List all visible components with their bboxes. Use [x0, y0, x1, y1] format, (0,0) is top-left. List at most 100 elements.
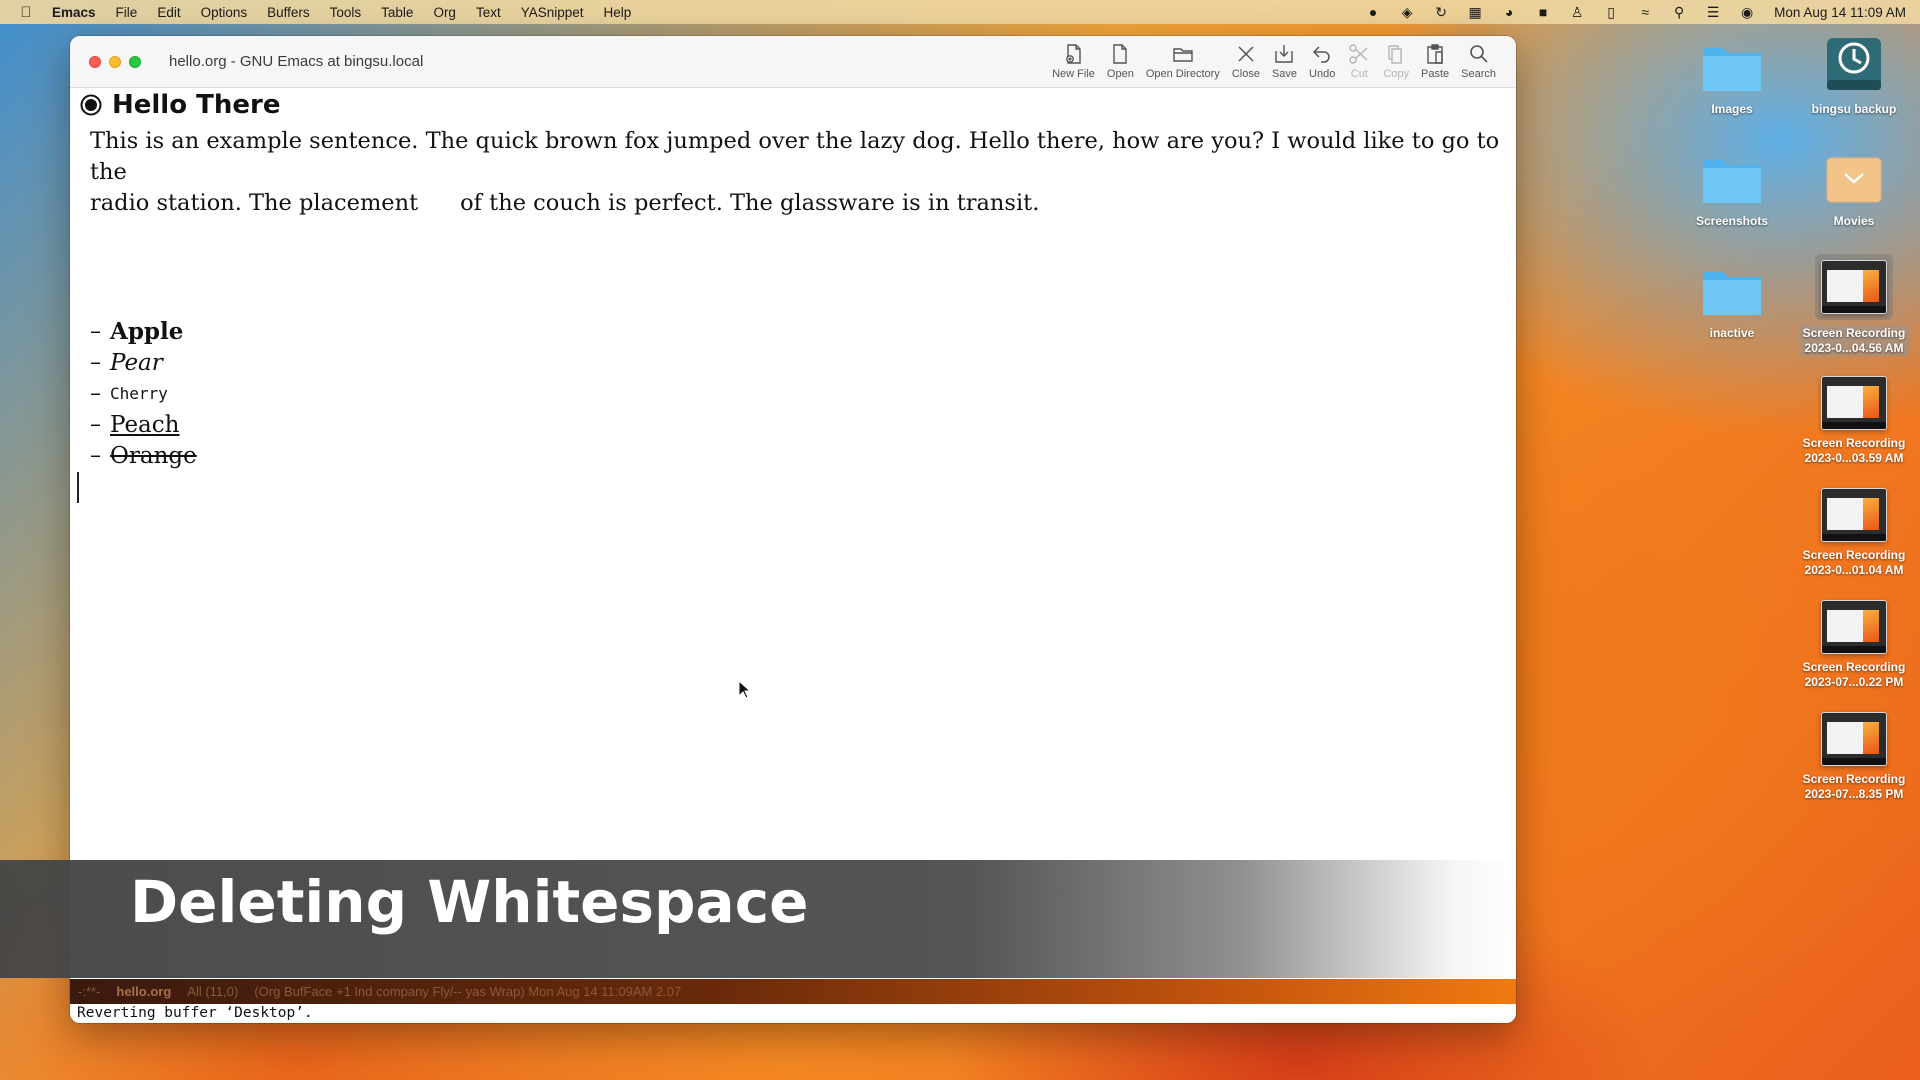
paste-button[interactable]: Paste: [1415, 42, 1455, 80]
label-line-2: 2023-0...04.56 AM: [1804, 341, 1904, 355]
mode-line[interactable]: -:**- hello.org All (11,0) (Org BufFace …: [70, 979, 1516, 1004]
copy-label: Copy: [1383, 68, 1409, 80]
title-bar[interactable]: hello.org - GNU Emacs at bingsu.local Ne…: [70, 36, 1516, 88]
desktop-icon-label: Screen Recording 2023-07...0.22 PM: [1803, 660, 1906, 690]
layers-icon[interactable]: ◈: [1390, 4, 1424, 21]
org-heading: Hello There: [80, 90, 280, 120]
list-item-apple: – Apple: [90, 316, 197, 347]
desktop-screen-recording-3[interactable]: Screen Recording 2023-0...01.04 AM: [1798, 488, 1910, 578]
minimize-window-icon[interactable]: [109, 55, 121, 68]
traffic-lights: [70, 55, 141, 68]
headphones-icon[interactable]: ◕: [1492, 4, 1526, 20]
modeline-position: All (11,0): [187, 984, 239, 999]
zoom-window-icon[interactable]: [129, 55, 141, 68]
desktop-folder-images[interactable]: Images: [1676, 40, 1788, 117]
menu-bar:  Emacs File Edit Options Buffers Tools …: [0, 0, 1920, 24]
desktop-screen-recording-5[interactable]: Screen Recording 2023-07...8.35 PM: [1798, 712, 1910, 802]
video-thumbnail-icon: [1821, 488, 1887, 542]
list-dash: –: [90, 412, 101, 437]
desktop-icon-label: Screen Recording 2023-0...04.56 AM: [1798, 326, 1910, 356]
new-file-label: New File: [1052, 68, 1095, 80]
save-button[interactable]: Save: [1266, 42, 1303, 80]
new-file-button[interactable]: New File: [1046, 42, 1101, 80]
menu-edit[interactable]: Edit: [147, 5, 190, 20]
wifi-icon[interactable]: ≈: [1628, 4, 1662, 20]
folder-icon: [1173, 48, 1193, 62]
label-line-2: 2023-07...0.22 PM: [1804, 675, 1904, 689]
undo-icon: [1313, 46, 1330, 63]
copy-button[interactable]: Copy: [1377, 42, 1415, 80]
label-line-1: Screen Recording: [1802, 436, 1906, 450]
desktop-movies[interactable]: Movies: [1798, 152, 1910, 229]
desktop-icon-label: inactive: [1709, 326, 1755, 340]
label-line-1: Screen Recording: [1802, 326, 1906, 340]
siri-icon[interactable]: ◉: [1730, 4, 1764, 21]
desktop-screen-recording-2[interactable]: Screen Recording 2023-0...03.59 AM: [1798, 376, 1910, 466]
desktop-icon-label: Screenshots: [1695, 214, 1769, 228]
desktop-screen-recording-1[interactable]: Screen Recording 2023-0...04.56 AM: [1798, 254, 1910, 356]
label-line-1: Screen Recording: [1802, 660, 1906, 674]
paragraph-line-2-end: of the couch is perfect. The glassware i…: [460, 190, 1040, 216]
menu-clock[interactable]: Mon Aug 14 11:09 AM: [1764, 5, 1906, 20]
desktop-screen-recording-4[interactable]: Screen Recording 2023-07...0.22 PM: [1798, 600, 1910, 690]
minibuffer[interactable]: Reverting buffer ‘Desktop’.: [70, 1004, 1516, 1023]
label-line-1: Screen Recording: [1802, 772, 1906, 786]
new-file-icon: [1065, 44, 1081, 64]
open-directory-button[interactable]: Open Directory: [1140, 42, 1226, 80]
undo-label: Undo: [1309, 68, 1336, 80]
menu-app-emacs[interactable]: Emacs: [52, 5, 106, 20]
movies-folder-icon: [1826, 157, 1882, 203]
menu-file[interactable]: File: [106, 5, 148, 20]
menu-help[interactable]: Help: [594, 5, 642, 20]
video-thumbnail-icon: [1821, 712, 1887, 766]
menu-buffers[interactable]: Buffers: [257, 5, 320, 20]
open-button[interactable]: Open: [1101, 42, 1140, 80]
undo-button[interactable]: Undo: [1303, 42, 1341, 80]
list-item-orange: – Orange: [90, 440, 197, 471]
list-item-peach: – Peach: [90, 409, 197, 440]
close-icon: [1238, 46, 1254, 62]
label-line-2: 2023-0...03.59 AM: [1804, 451, 1904, 465]
open-label: Open: [1106, 68, 1134, 80]
close-button[interactable]: Close: [1226, 42, 1266, 80]
paste-label: Paste: [1421, 68, 1450, 80]
desktop-icon-label: bingsu backup: [1811, 102, 1897, 116]
paragraph-line-1: This is an example sentence. The quick b…: [90, 128, 1500, 185]
cut-button[interactable]: Cut: [1341, 42, 1377, 80]
desktop-icon-label: Screen Recording 2023-0...01.04 AM: [1803, 548, 1906, 578]
accessibility-icon[interactable]: ♙: [1560, 4, 1594, 21]
paragraph: This is an example sentence. The quick b…: [90, 126, 1500, 219]
desktop-folder-screenshots[interactable]: Screenshots: [1676, 152, 1788, 229]
desktop-drive-bingsu-backup[interactable]: bingsu backup: [1798, 36, 1910, 117]
close-window-icon[interactable]: [89, 55, 101, 68]
search-label: Search: [1461, 68, 1496, 80]
modeline-buffer-name[interactable]: hello.org: [116, 984, 171, 999]
label-line-2: 2023-07...8.35 PM: [1804, 787, 1904, 801]
record-icon[interactable]: ●: [1356, 4, 1390, 20]
desktop-folder-inactive[interactable]: inactive: [1676, 264, 1788, 341]
menu-org[interactable]: Org: [423, 5, 466, 20]
video-thumbnail-icon: [1821, 260, 1887, 314]
search-button[interactable]: Search: [1455, 42, 1502, 80]
modeline-modes[interactable]: (Org BufFace +1 Ind company Fly/-- yas W…: [254, 984, 681, 999]
menu-table[interactable]: Table: [371, 5, 423, 20]
apple-icon[interactable]: : [0, 4, 52, 21]
video-caption: Deleting Whitespace: [130, 868, 809, 936]
folder-icon: [1703, 48, 1761, 91]
control-center-icon[interactable]: ☰: [1696, 4, 1730, 21]
menu-yasnippet[interactable]: YASnippet: [511, 5, 594, 20]
mouse-pointer-icon: [738, 680, 752, 699]
save-icon: [1275, 45, 1294, 63]
battery-icon[interactable]: ▯: [1594, 4, 1628, 21]
time-machine-drive-icon: [1827, 38, 1881, 90]
time-machine-icon[interactable]: ↻: [1424, 4, 1458, 21]
spotlight-search-icon[interactable]: ⚲: [1662, 4, 1696, 21]
menu-tools[interactable]: Tools: [320, 5, 372, 20]
list-item-pear: – Pear: [90, 347, 197, 378]
grid-icon[interactable]: ▦: [1458, 4, 1492, 21]
list-dash: –: [90, 443, 101, 468]
menu-text[interactable]: Text: [466, 5, 511, 20]
editor-buffer[interactable]: Hello There This is an example sentence.…: [70, 88, 1516, 894]
menu-options[interactable]: Options: [191, 5, 258, 20]
input-source-icon[interactable]: ■: [1526, 4, 1560, 20]
